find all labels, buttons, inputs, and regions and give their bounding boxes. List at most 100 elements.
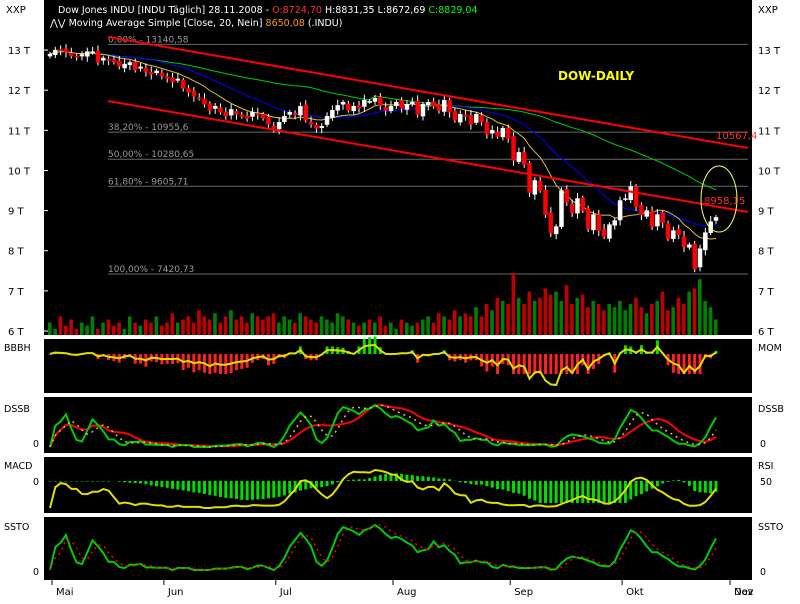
bbbh-bar — [533, 354, 536, 374]
candle-body — [261, 114, 265, 118]
macd-bar — [448, 479, 451, 481]
candle-body — [501, 128, 505, 137]
ma-legend-prefix: Moving Average Simple [Close, 20, Nein] — [69, 18, 266, 29]
macd-bar — [619, 481, 622, 503]
macd-bar — [171, 481, 174, 489]
volume-bar — [48, 323, 52, 335]
y-tick-left: 6 T — [8, 327, 25, 338]
candle-body — [75, 56, 79, 57]
volume-bar — [304, 316, 308, 335]
candle-body — [160, 73, 164, 76]
volume-bar — [282, 316, 286, 335]
volume-bar — [501, 301, 505, 335]
volume-bar — [309, 320, 313, 336]
volume-bar — [171, 313, 175, 335]
macd-bar — [283, 481, 286, 495]
candle-body — [53, 50, 57, 55]
macd-bar — [118, 481, 121, 482]
macd-bar — [251, 481, 254, 500]
volume-bar — [80, 323, 84, 335]
macd-bar — [523, 481, 526, 496]
volume-bar — [426, 316, 430, 335]
candle-body — [304, 105, 308, 120]
volume-bar — [634, 298, 638, 335]
macd-bar — [49, 481, 52, 482]
volume-bar — [538, 298, 542, 335]
macd-bar — [704, 481, 707, 493]
macd-bar — [224, 481, 227, 498]
volume-bar — [410, 326, 414, 335]
macd-bar — [485, 481, 488, 486]
bbbh-bar — [688, 354, 691, 374]
volume-bar — [687, 292, 691, 335]
candle-body — [650, 211, 654, 226]
bbbh-panel-background[interactable] — [44, 339, 752, 393]
volume-bar — [112, 326, 116, 335]
candle-body — [352, 106, 356, 111]
volume-bar — [330, 323, 334, 335]
volume-bar — [149, 323, 153, 335]
volume-bar — [368, 320, 372, 336]
volume-bar — [85, 326, 89, 335]
volume-bar — [490, 310, 494, 335]
volume-bar — [69, 320, 73, 336]
candle-body — [490, 130, 494, 133]
month-label: Dez — [734, 587, 753, 598]
volume-bar — [362, 323, 366, 335]
candle-body — [245, 116, 249, 119]
candle-body — [133, 62, 137, 70]
price-panel-background[interactable] — [44, 0, 752, 335]
candle-body — [405, 104, 409, 109]
bbbh-bar — [528, 354, 531, 374]
volume-bar — [512, 273, 516, 335]
macd-bar — [331, 481, 334, 484]
candle-body — [341, 102, 345, 104]
candle-body — [464, 115, 468, 116]
macd-label: MACD — [4, 461, 32, 472]
corner-label-left: XXP — [6, 5, 26, 16]
candle-body — [714, 217, 718, 220]
volume-bar — [213, 313, 217, 335]
volume-bar — [405, 323, 409, 335]
macd-bar — [347, 480, 350, 481]
candle-body — [448, 100, 452, 112]
macd-bar — [128, 481, 131, 483]
volume-bar — [197, 310, 201, 335]
macd-bar — [272, 481, 275, 498]
volume-bar — [458, 316, 462, 335]
candle-body — [378, 97, 382, 105]
volume-bar — [218, 323, 222, 335]
candle-body — [554, 227, 558, 234]
volume-bar — [639, 307, 643, 335]
candle-body — [91, 52, 95, 53]
month-label: Okt — [626, 587, 644, 598]
macd-bar — [107, 481, 110, 482]
macd-bar — [469, 481, 472, 484]
dssb-zero-tick-right: 0 — [760, 439, 766, 450]
candle-body — [602, 229, 606, 236]
candle-body — [655, 215, 659, 226]
volume-bar — [453, 310, 457, 335]
ssto-panel-background[interactable] — [44, 517, 752, 580]
volume-bar — [250, 313, 254, 335]
candle-body — [522, 152, 526, 164]
candle-body — [639, 205, 643, 214]
volume-bar — [480, 316, 484, 335]
macd-bar — [374, 477, 377, 481]
candle-body — [234, 111, 238, 114]
volume-bar — [432, 323, 436, 335]
volume-bar — [53, 329, 57, 335]
macd-bar — [555, 481, 558, 503]
candle-body — [139, 67, 143, 68]
macd-bar — [336, 481, 339, 482]
y-tick-left: 7 T — [8, 287, 25, 298]
macd-bar — [288, 481, 291, 494]
candle-body — [469, 116, 473, 125]
volume-bar — [496, 298, 500, 335]
macd-bar — [368, 478, 371, 481]
macd-bar — [182, 481, 185, 490]
macd-bar — [645, 481, 648, 491]
ma-legend-value: 8650,08 — [266, 18, 305, 29]
macd-bar — [560, 481, 563, 503]
macd-bar — [160, 481, 163, 487]
